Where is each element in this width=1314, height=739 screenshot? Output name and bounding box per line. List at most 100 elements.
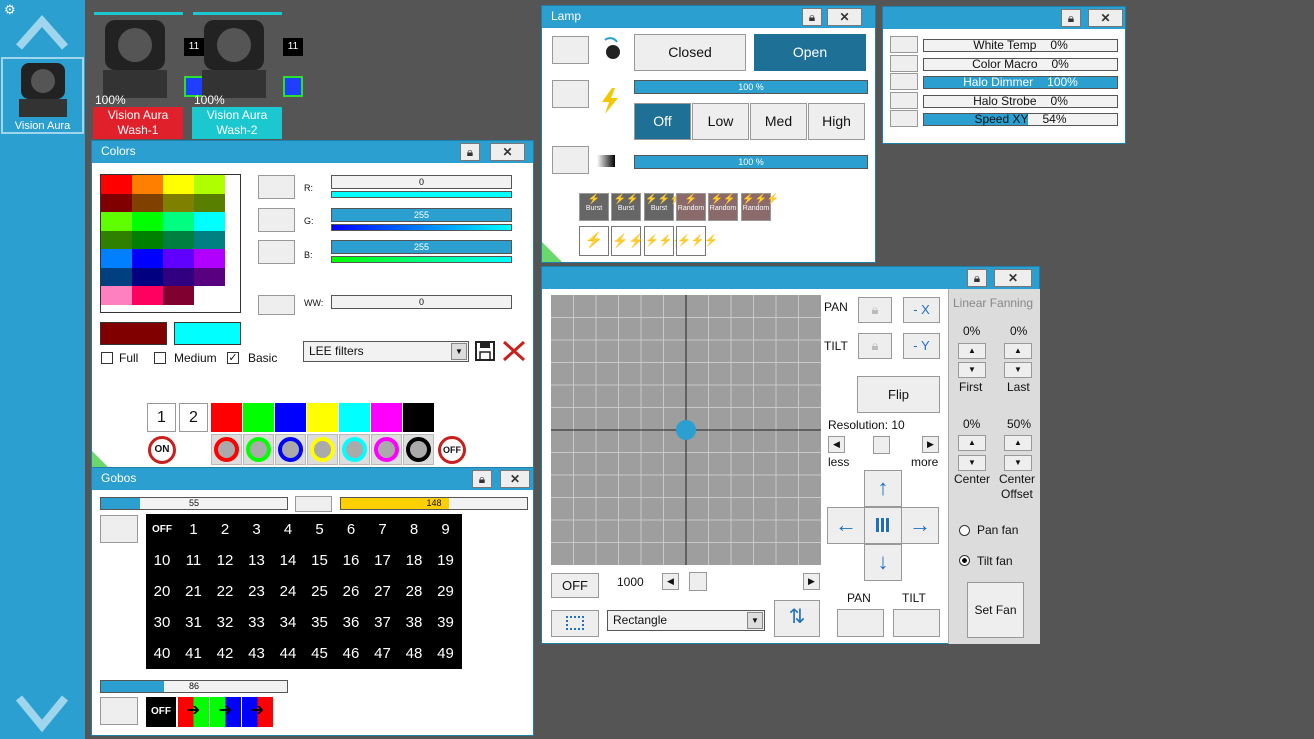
arrow-up-button[interactable]: ↑ [864, 470, 902, 507]
scroll-up-icon[interactable] [15, 13, 69, 51]
palette-swatch[interactable] [101, 249, 132, 268]
color-wheel-ring-button[interactable] [307, 434, 338, 465]
param-preset-button[interactable] [890, 36, 918, 53]
gobo-button[interactable]: 23 [240, 576, 273, 607]
color-wheel-swatch[interactable] [403, 403, 434, 432]
color-wheel-ring-button[interactable] [403, 434, 434, 465]
resolution-slider-thumb[interactable] [873, 436, 890, 454]
gobo-button[interactable]: 41 [177, 638, 210, 669]
gobo-button[interactable]: 47 [366, 638, 399, 669]
speed-slider-thumb[interactable] [689, 572, 707, 591]
close-button[interactable]: ✕ [490, 143, 525, 161]
gobo-button[interactable]: 18 [398, 545, 430, 576]
last-down-button[interactable]: ▼ [1004, 362, 1032, 378]
close-button[interactable]: ✕ [994, 269, 1032, 287]
palette-swatch[interactable] [163, 286, 194, 305]
resize-grip-icon[interactable] [542, 242, 562, 262]
arrow-down-button[interactable]: ↓ [864, 544, 902, 581]
param-preset-button[interactable] [890, 91, 918, 109]
full-checkbox[interactable] [101, 352, 113, 364]
gobo-button[interactable]: 32 [209, 607, 241, 638]
color-wheel-ring-button[interactable] [371, 434, 402, 465]
palette-swatch[interactable] [101, 193, 132, 212]
green-preset-button[interactable] [258, 208, 295, 232]
gobo-button[interactable]: 45 [303, 638, 336, 669]
gobo-button[interactable]: 33 [240, 607, 273, 638]
gobo-wheel-3-slider[interactable]: 86 [100, 680, 288, 693]
gobo-button[interactable]: 5 [303, 514, 336, 545]
random-effect-button[interactable]: ⚡ Random [676, 193, 706, 221]
gobo-button[interactable]: 19 [429, 545, 462, 576]
delete-icon[interactable] [502, 340, 526, 362]
pan-lock-button[interactable]: 🔒︎ [858, 297, 892, 323]
xy-pad[interactable] [551, 295, 821, 565]
gobo-wheel-1-slider[interactable]: 55 [100, 497, 288, 510]
gobo-button[interactable]: 46 [335, 638, 367, 669]
gobo-wheel-2-slider[interactable]: 148 [340, 497, 528, 510]
gobo-button[interactable]: 39 [429, 607, 462, 638]
lock-button[interactable]: 🔒︎ [472, 470, 492, 488]
random-effect-button[interactable]: ⚡⚡⚡ Random [741, 193, 779, 221]
last-up-button[interactable]: ▲ [1004, 343, 1032, 359]
palette-swatch[interactable] [194, 286, 225, 305]
color-wheel-swatch[interactable] [275, 403, 306, 432]
gear-icon[interactable]: ⚙ [4, 2, 16, 18]
current-color-b[interactable] [174, 322, 241, 345]
param-slider[interactable]: White Temp 0% [923, 39, 1118, 52]
red-preset-button[interactable] [258, 175, 295, 199]
first-up-button[interactable]: ▲ [958, 343, 986, 359]
gobo-button[interactable]: 36 [335, 607, 367, 638]
palette-swatch[interactable] [101, 212, 132, 231]
color-wheel-swatch[interactable] [371, 403, 402, 432]
gobo-button[interactable]: 26 [335, 576, 367, 607]
strobe-off-button[interactable]: Off [634, 103, 691, 140]
gobo-button[interactable]: 40 [146, 638, 178, 669]
dimmer-preset-button[interactable] [552, 146, 589, 174]
color-wheel-ring-button[interactable] [211, 434, 242, 465]
shape-preview-button[interactable] [551, 610, 599, 637]
dimmer-bar[interactable]: 100 % [634, 155, 868, 169]
gobo-button[interactable]: 49 [429, 638, 462, 669]
gobo2-preset-button[interactable] [100, 697, 138, 725]
palette-swatch[interactable] [194, 193, 225, 212]
center-button[interactable] [864, 507, 902, 544]
gobo-button[interactable]: 21 [177, 576, 210, 607]
color-wheel-ring-button[interactable] [339, 434, 370, 465]
lightning-1-button[interactable]: ⚡ [579, 226, 609, 256]
palette-swatch[interactable] [194, 230, 225, 249]
lock-button[interactable]: 🔒︎ [460, 143, 480, 161]
gobo-button[interactable]: 27 [366, 576, 399, 607]
palette-swatch[interactable] [101, 267, 132, 286]
strobe-low-button[interactable]: Low [692, 103, 749, 140]
palette-swatch[interactable] [163, 193, 194, 212]
close-button[interactable]: ✕ [1088, 9, 1123, 27]
lamp-titlebar[interactable]: Lamp 🔒︎ ✕ [542, 6, 875, 28]
arrow-left-button[interactable]: ← [827, 507, 865, 544]
gobos-titlebar[interactable]: Gobos 🔒︎ ✕ [92, 468, 533, 490]
burst-effect-button[interactable]: ⚡⚡⚡ Burst [644, 193, 682, 221]
shutter-closed-button[interactable]: Closed [634, 34, 746, 71]
gobo-button[interactable]: 29 [429, 576, 462, 607]
gobo-preset-button[interactable] [295, 496, 332, 512]
palette-swatch[interactable] [163, 212, 194, 231]
gobo-button[interactable]: 48 [398, 638, 430, 669]
color-slot-2-button[interactable]: 2 [179, 403, 208, 432]
palette-swatch[interactable] [101, 175, 132, 194]
palette-swatch[interactable] [163, 249, 194, 268]
fixture-wash-2[interactable]: 11 100% Vision Aura Wash-2 [192, 12, 303, 139]
palette-swatch[interactable] [132, 286, 163, 305]
gobo2-rg-arrow-button[interactable]: ➔ [178, 697, 209, 727]
position-titlebar[interactable]: 🔒︎ ✕ [542, 267, 1039, 289]
lock-button[interactable]: 🔒︎ [1061, 9, 1081, 27]
speed-less-button[interactable]: ◀ [662, 573, 679, 590]
save-icon[interactable] [475, 341, 495, 361]
gobo-button[interactable]: 37 [366, 607, 399, 638]
minus-x-button[interactable]: - X [903, 297, 940, 323]
param-slider[interactable]: Halo Dimmer 100% [923, 76, 1118, 89]
gobo-button[interactable]: 9 [429, 514, 462, 545]
palette-swatch[interactable] [132, 249, 163, 268]
palette-swatch[interactable] [194, 267, 225, 286]
minus-y-button[interactable]: - Y [903, 333, 940, 359]
gobo-button[interactable]: 12 [209, 545, 241, 576]
resolution-less-button[interactable]: ◀ [828, 436, 845, 453]
